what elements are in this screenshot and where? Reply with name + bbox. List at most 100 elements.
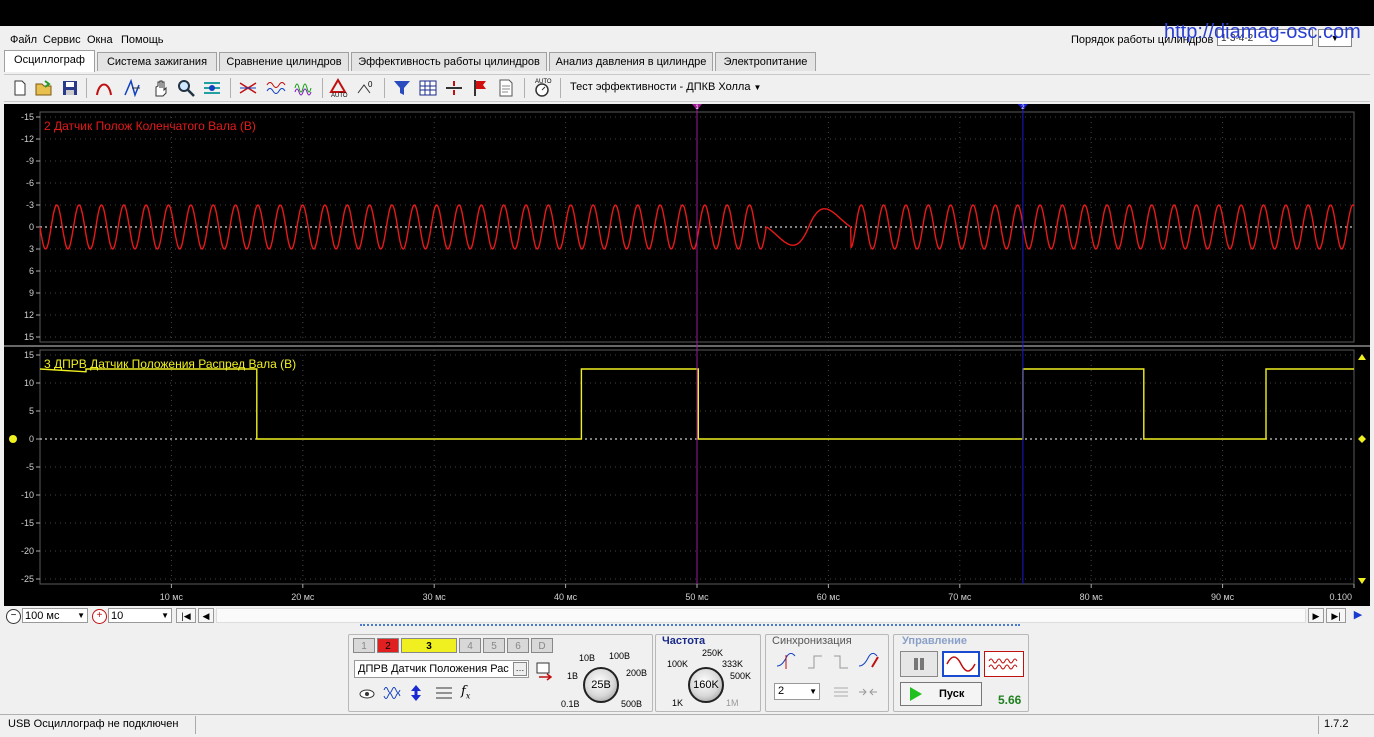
- zoom-out-icon[interactable]: −: [6, 609, 21, 624]
- new-file-icon[interactable]: [10, 78, 30, 98]
- sync-title: Синхронизация: [772, 635, 852, 647]
- zoom-icon[interactable]: [176, 78, 196, 98]
- sync-edge-down-icon[interactable]: [832, 653, 850, 674]
- scroll-last-button[interactable]: ▶|: [1326, 608, 1346, 623]
- sync-edge-up-icon[interactable]: [806, 653, 824, 674]
- zoom-in-icon[interactable]: +: [92, 609, 107, 624]
- tab-power[interactable]: Электропитание: [715, 52, 816, 71]
- marker-flag-icon[interactable]: [470, 78, 490, 98]
- channel-name-field[interactable]: ДПРВ Датчик Положения Рас: [354, 660, 529, 678]
- status-bar: USB Осциллограф не подключен 1.7.2: [0, 714, 1374, 737]
- multi-waves-icon[interactable]: [294, 78, 314, 98]
- crank-y-tick-label: -12: [21, 134, 34, 144]
- channel-button-5[interactable]: 5: [483, 638, 505, 653]
- oscilloscope-plot[interactable]: -15 -12 -9 -6 -3 0 3 6 9 12 15 2 Датчик Полож Колен…: [4, 104, 1370, 606]
- cam-zero-marker[interactable]: [1358, 435, 1366, 443]
- save-icon[interactable]: [60, 78, 80, 98]
- filter-icon[interactable]: [392, 78, 412, 98]
- tab-pressure-analysis[interactable]: Анализ давления в цилиндре: [549, 52, 713, 71]
- channel-button-d[interactable]: D: [531, 638, 553, 653]
- status-text: USB Осциллограф не подключен: [8, 718, 179, 730]
- menu-service[interactable]: Сервис: [43, 34, 81, 46]
- tab-cylinder-compare[interactable]: Сравнение цилиндров: [219, 52, 349, 71]
- start-label: Пуск: [939, 688, 965, 700]
- scroll-next-button[interactable]: ▶: [1308, 608, 1324, 623]
- control-title: Управление: [902, 635, 968, 647]
- vertical-offset-icon[interactable]: [409, 684, 423, 705]
- freq-label-100k: 100K: [667, 659, 689, 669]
- preset-dropdown[interactable]: Тест эффективности - ДПКВ Холла ▼: [570, 81, 761, 93]
- crank-y-tick-label: 15: [24, 332, 34, 342]
- timebase-select[interactable]: 100 мс ▼: [22, 608, 88, 623]
- scroll-track[interactable]: [216, 608, 1306, 623]
- volt-label-100v: 100В: [609, 651, 631, 661]
- crank-y-tick-label: 0: [29, 222, 34, 232]
- crank-y-tick-label: -6: [26, 178, 34, 188]
- scroll-prev-button[interactable]: ◀: [198, 608, 214, 623]
- zero-offset-icon[interactable]: 0: [356, 78, 376, 98]
- watermark: http://diamag-osc.com: [1164, 21, 1361, 43]
- cross-signals-icon[interactable]: [238, 78, 258, 98]
- panel-splitter[interactable]: [360, 624, 1020, 632]
- function-icon[interactable]: fx: [461, 684, 470, 701]
- channel-name-more-button[interactable]: …: [513, 662, 527, 676]
- tab-oscilloscope[interactable]: Осциллограф: [4, 50, 95, 72]
- channel-button-3[interactable]: 3: [401, 638, 457, 653]
- cam-y-tick-label: 0: [29, 434, 34, 444]
- cam-y-tick-label: -20: [21, 546, 34, 556]
- cam-offset-handle[interactable]: [9, 435, 17, 443]
- menu-file[interactable]: Файл: [10, 34, 37, 46]
- volt-label-01v: 0.1В: [561, 699, 580, 709]
- sync-channel-value: 2: [778, 685, 785, 697]
- cam-lower-marker[interactable]: [1358, 578, 1366, 584]
- tab-ignition[interactable]: Система зажигания: [97, 52, 217, 71]
- grid-table-icon[interactable]: [418, 78, 438, 98]
- overlay-waves-icon[interactable]: [266, 78, 286, 98]
- cam-y-tick-label: -15: [21, 518, 34, 528]
- svg-text:AUTO: AUTO: [535, 79, 552, 85]
- menu-help[interactable]: Помощь: [121, 34, 164, 46]
- trigger-tool-icon[interactable]: [122, 78, 142, 98]
- hand-pan-icon[interactable]: [150, 78, 170, 98]
- menu-bar: Файл Сервис Окна Помощь Порядок работы ц…: [0, 21, 1374, 48]
- cam-y-tick-label: 15: [24, 350, 34, 360]
- curve-tool-icon[interactable]: [94, 78, 114, 98]
- play-icon: [910, 687, 922, 701]
- channel-button-6[interactable]: 6: [507, 638, 529, 653]
- play-scroll-button[interactable]: ▶: [1348, 608, 1368, 623]
- volt-label-200v: 200В: [626, 668, 648, 678]
- tab-cylinder-efficiency[interactable]: Эффективность работы цилиндров: [351, 52, 547, 71]
- menu-windows[interactable]: Окна: [87, 34, 113, 46]
- align-channels-icon[interactable]: [202, 78, 222, 98]
- freq-label-1m: 1M: [726, 698, 739, 708]
- notes-icon[interactable]: [496, 78, 516, 98]
- volt-knob[interactable]: 25В: [583, 667, 619, 703]
- sync-rising-icon[interactable]: [776, 652, 796, 674]
- sync-auto-icon[interactable]: [858, 652, 880, 674]
- auto-trigger-icon[interactable]: AUTO: [328, 78, 348, 98]
- crank-y-tick-label: 12: [24, 310, 34, 320]
- zoom-select[interactable]: 10 ▼: [108, 608, 172, 623]
- channel-settings-icon[interactable]: [535, 661, 555, 681]
- scroll-first-button[interactable]: |◀: [176, 608, 196, 623]
- channel-button-1[interactable]: 1: [353, 638, 375, 653]
- start-button[interactable]: Пуск: [900, 682, 982, 706]
- channel-button-2[interactable]: 2: [377, 638, 399, 653]
- lines-icon[interactable]: [435, 686, 453, 703]
- single-wave-button[interactable]: [942, 651, 980, 677]
- sync-level-icon[interactable]: [832, 683, 850, 704]
- invert-signal-icon[interactable]: [383, 685, 401, 704]
- sync-center-icon[interactable]: [858, 683, 878, 704]
- continuous-wave-button[interactable]: [984, 651, 1024, 677]
- cam-upper-marker[interactable]: [1358, 354, 1366, 360]
- crank-y-tick-label: -9: [26, 156, 34, 166]
- open-folder-icon[interactable]: [34, 78, 54, 98]
- pause-button[interactable]: [900, 651, 938, 677]
- auto-settings-icon[interactable]: AUTO: [532, 78, 552, 98]
- channel-button-4[interactable]: 4: [459, 638, 481, 653]
- cursor-measure-icon[interactable]: [444, 78, 464, 98]
- cam-y-tick-label: -25: [21, 574, 34, 584]
- sync-channel-select[interactable]: 2 ▼: [774, 683, 820, 700]
- frequency-knob[interactable]: 160K: [688, 667, 724, 703]
- eye-icon[interactable]: [359, 687, 375, 704]
